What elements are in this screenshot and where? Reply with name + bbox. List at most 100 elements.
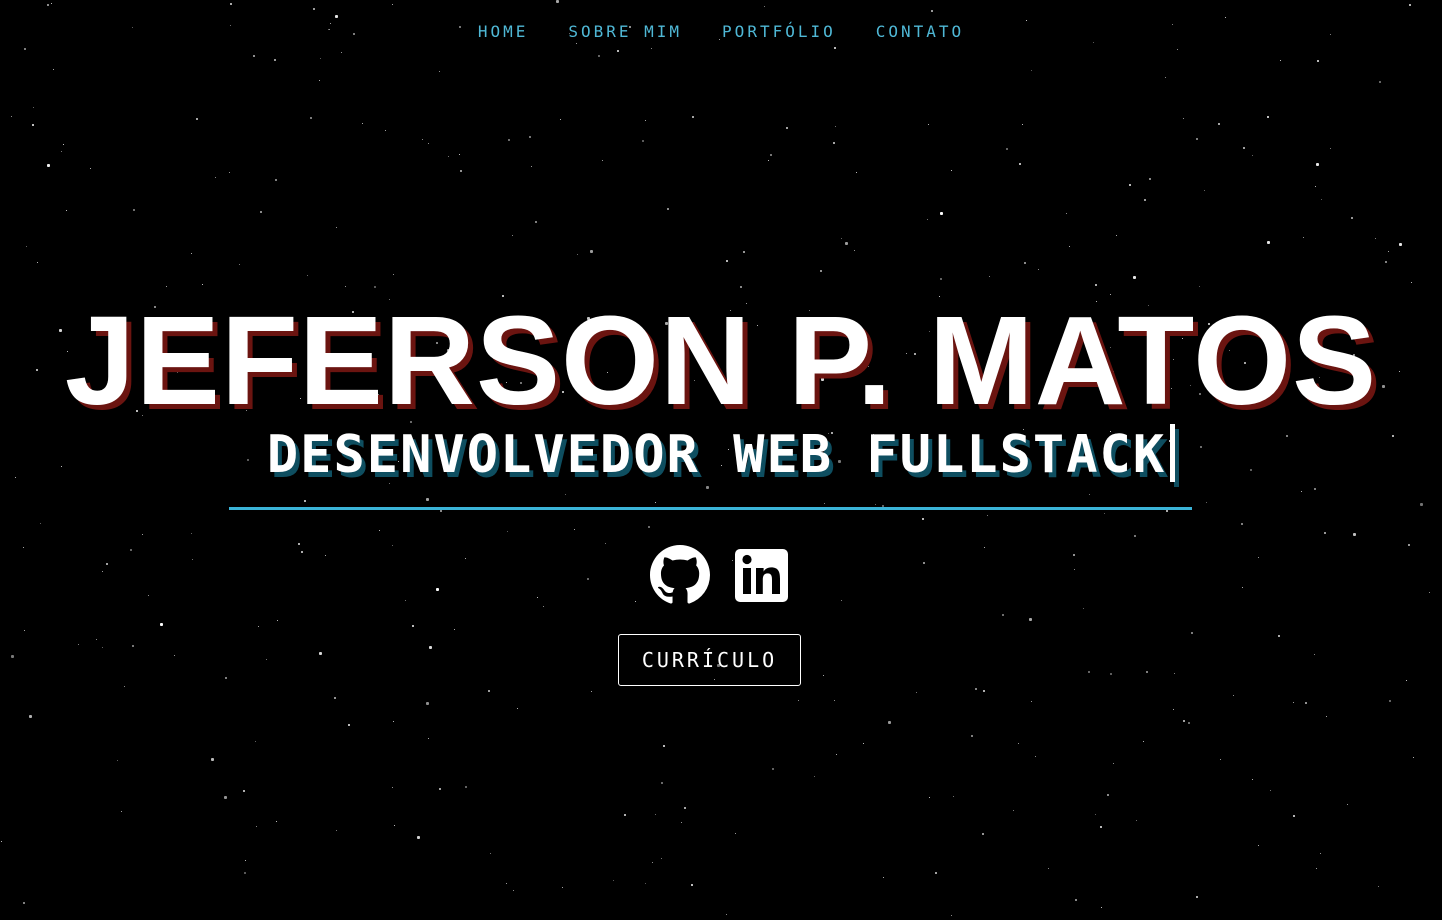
nav-home-link[interactable]: HOME bbox=[478, 20, 529, 44]
star bbox=[142, 534, 143, 535]
star bbox=[770, 154, 772, 156]
star bbox=[651, 48, 652, 49]
star bbox=[605, 543, 606, 544]
star bbox=[1252, 155, 1253, 156]
star bbox=[132, 645, 134, 647]
star bbox=[1101, 907, 1102, 908]
star bbox=[274, 59, 276, 61]
star bbox=[535, 221, 537, 223]
star bbox=[833, 142, 835, 144]
hero-subtitle: DESENVOLVEDOR WEB FULLSTACK bbox=[0, 420, 1442, 490]
star bbox=[1100, 826, 1102, 828]
star bbox=[726, 914, 727, 915]
star bbox=[61, 151, 62, 152]
star bbox=[1375, 238, 1376, 239]
star bbox=[78, 644, 79, 645]
star bbox=[1095, 284, 1097, 286]
star bbox=[26, 246, 27, 247]
star bbox=[24, 48, 26, 50]
star bbox=[1317, 60, 1319, 62]
star bbox=[1420, 503, 1423, 506]
star bbox=[11, 655, 14, 658]
star bbox=[336, 227, 337, 228]
star bbox=[454, 629, 455, 630]
star bbox=[1019, 163, 1021, 165]
star bbox=[574, 529, 575, 530]
star bbox=[307, 275, 308, 276]
star bbox=[556, 0, 559, 3]
star bbox=[681, 822, 682, 823]
star bbox=[663, 745, 665, 747]
star bbox=[1038, 269, 1039, 270]
star bbox=[1069, 246, 1070, 247]
star bbox=[1104, 513, 1105, 514]
star bbox=[32, 124, 34, 126]
star bbox=[684, 807, 686, 809]
star bbox=[1347, 804, 1348, 805]
star bbox=[1129, 184, 1131, 186]
star bbox=[439, 788, 441, 790]
nav-portfolio-link[interactable]: PORTFÓLIO bbox=[722, 20, 836, 44]
star bbox=[1411, 282, 1412, 283]
star bbox=[1385, 261, 1387, 263]
star bbox=[916, 692, 917, 693]
star bbox=[841, 238, 842, 239]
star bbox=[1113, 763, 1114, 764]
star bbox=[1029, 618, 1032, 621]
star bbox=[1206, 502, 1207, 503]
star bbox=[244, 872, 246, 874]
star bbox=[11, 116, 12, 117]
star bbox=[33, 107, 34, 108]
star bbox=[465, 786, 467, 788]
star bbox=[1018, 743, 1019, 744]
star bbox=[1174, 673, 1175, 674]
star bbox=[1143, 741, 1144, 742]
star bbox=[102, 647, 103, 648]
github-link[interactable] bbox=[650, 545, 710, 605]
star bbox=[215, 177, 216, 178]
star bbox=[1316, 163, 1319, 166]
star bbox=[1165, 77, 1166, 78]
star bbox=[982, 833, 984, 835]
star bbox=[448, 156, 449, 157]
star bbox=[225, 677, 227, 679]
star bbox=[374, 286, 376, 288]
star bbox=[47, 4, 49, 6]
star bbox=[1035, 756, 1036, 757]
star bbox=[256, 826, 257, 827]
star bbox=[691, 884, 693, 886]
star bbox=[490, 853, 491, 854]
star bbox=[1013, 810, 1014, 811]
star bbox=[1233, 695, 1234, 696]
star bbox=[1413, 757, 1414, 758]
star bbox=[348, 724, 350, 726]
star bbox=[983, 690, 985, 692]
star bbox=[1022, 124, 1023, 125]
hero-subtitle-text: DESENVOLVEDOR WEB FULLSTACK bbox=[266, 425, 1167, 485]
star bbox=[319, 652, 322, 655]
star bbox=[692, 116, 694, 118]
star bbox=[24, 630, 25, 631]
star bbox=[124, 686, 125, 687]
star bbox=[667, 208, 669, 210]
star bbox=[1166, 510, 1168, 512]
star bbox=[823, 675, 824, 676]
star bbox=[655, 814, 656, 815]
resume-button[interactable]: CURRÍCULO bbox=[618, 634, 801, 686]
star bbox=[506, 883, 507, 884]
star bbox=[975, 688, 977, 690]
star bbox=[1315, 186, 1316, 187]
nav-contact-link[interactable]: CONTATO bbox=[876, 20, 964, 44]
linkedin-link[interactable] bbox=[732, 545, 792, 605]
star bbox=[951, 170, 952, 171]
star bbox=[1031, 701, 1032, 702]
star bbox=[1218, 123, 1220, 125]
star bbox=[1243, 147, 1245, 149]
nav-about-link[interactable]: SOBRE MIM bbox=[568, 20, 682, 44]
star bbox=[426, 498, 429, 501]
star bbox=[1196, 138, 1198, 140]
star bbox=[845, 242, 848, 245]
star bbox=[1107, 794, 1109, 796]
star bbox=[277, 620, 278, 621]
star bbox=[617, 50, 619, 52]
